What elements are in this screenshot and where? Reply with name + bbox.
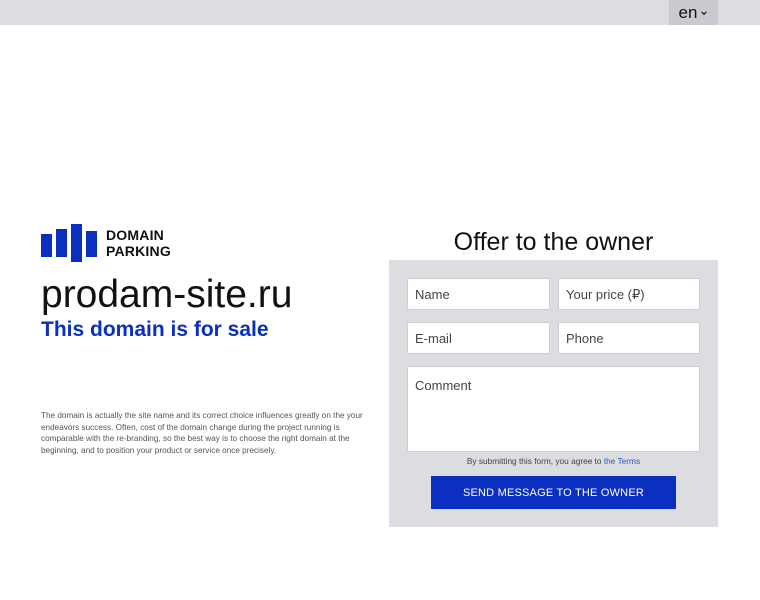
- email-input[interactable]: [407, 322, 550, 354]
- phone-input[interactable]: [558, 322, 700, 354]
- comment-textarea[interactable]: [407, 366, 700, 452]
- terms-link[interactable]: the Terms: [604, 456, 640, 466]
- logo-line-domain: DOMAIN: [106, 227, 164, 243]
- top-bar: en: [0, 0, 760, 25]
- name-input[interactable]: [407, 278, 550, 310]
- domain-parking-logo: DOMAIN PARKING: [41, 224, 171, 262]
- bars-logo-icon: [41, 224, 97, 262]
- offer-title: Offer to the owner: [453, 228, 654, 256]
- domain-name: prodam-site.ru: [41, 273, 293, 316]
- send-message-button[interactable]: SEND MESSAGE TO THE OWNER: [431, 476, 676, 509]
- offer-form: By submitting this form, you agree to th…: [389, 260, 718, 527]
- logo-line-parking: PARKING: [106, 243, 171, 259]
- terms-notice: By submitting this form, you agree to th…: [389, 456, 718, 467]
- terms-prefix: By submitting this form, you agree to: [466, 456, 602, 466]
- domain-description: The domain is actually the site name and…: [41, 411, 363, 456]
- chevron-down-icon: [701, 10, 708, 15]
- language-switcher[interactable]: en: [669, 0, 718, 25]
- logo-wordmark: DOMAIN PARKING: [106, 227, 171, 259]
- for-sale-tagline: This domain is for sale: [41, 318, 269, 341]
- price-input[interactable]: [558, 278, 700, 310]
- language-code: en: [678, 3, 698, 22]
